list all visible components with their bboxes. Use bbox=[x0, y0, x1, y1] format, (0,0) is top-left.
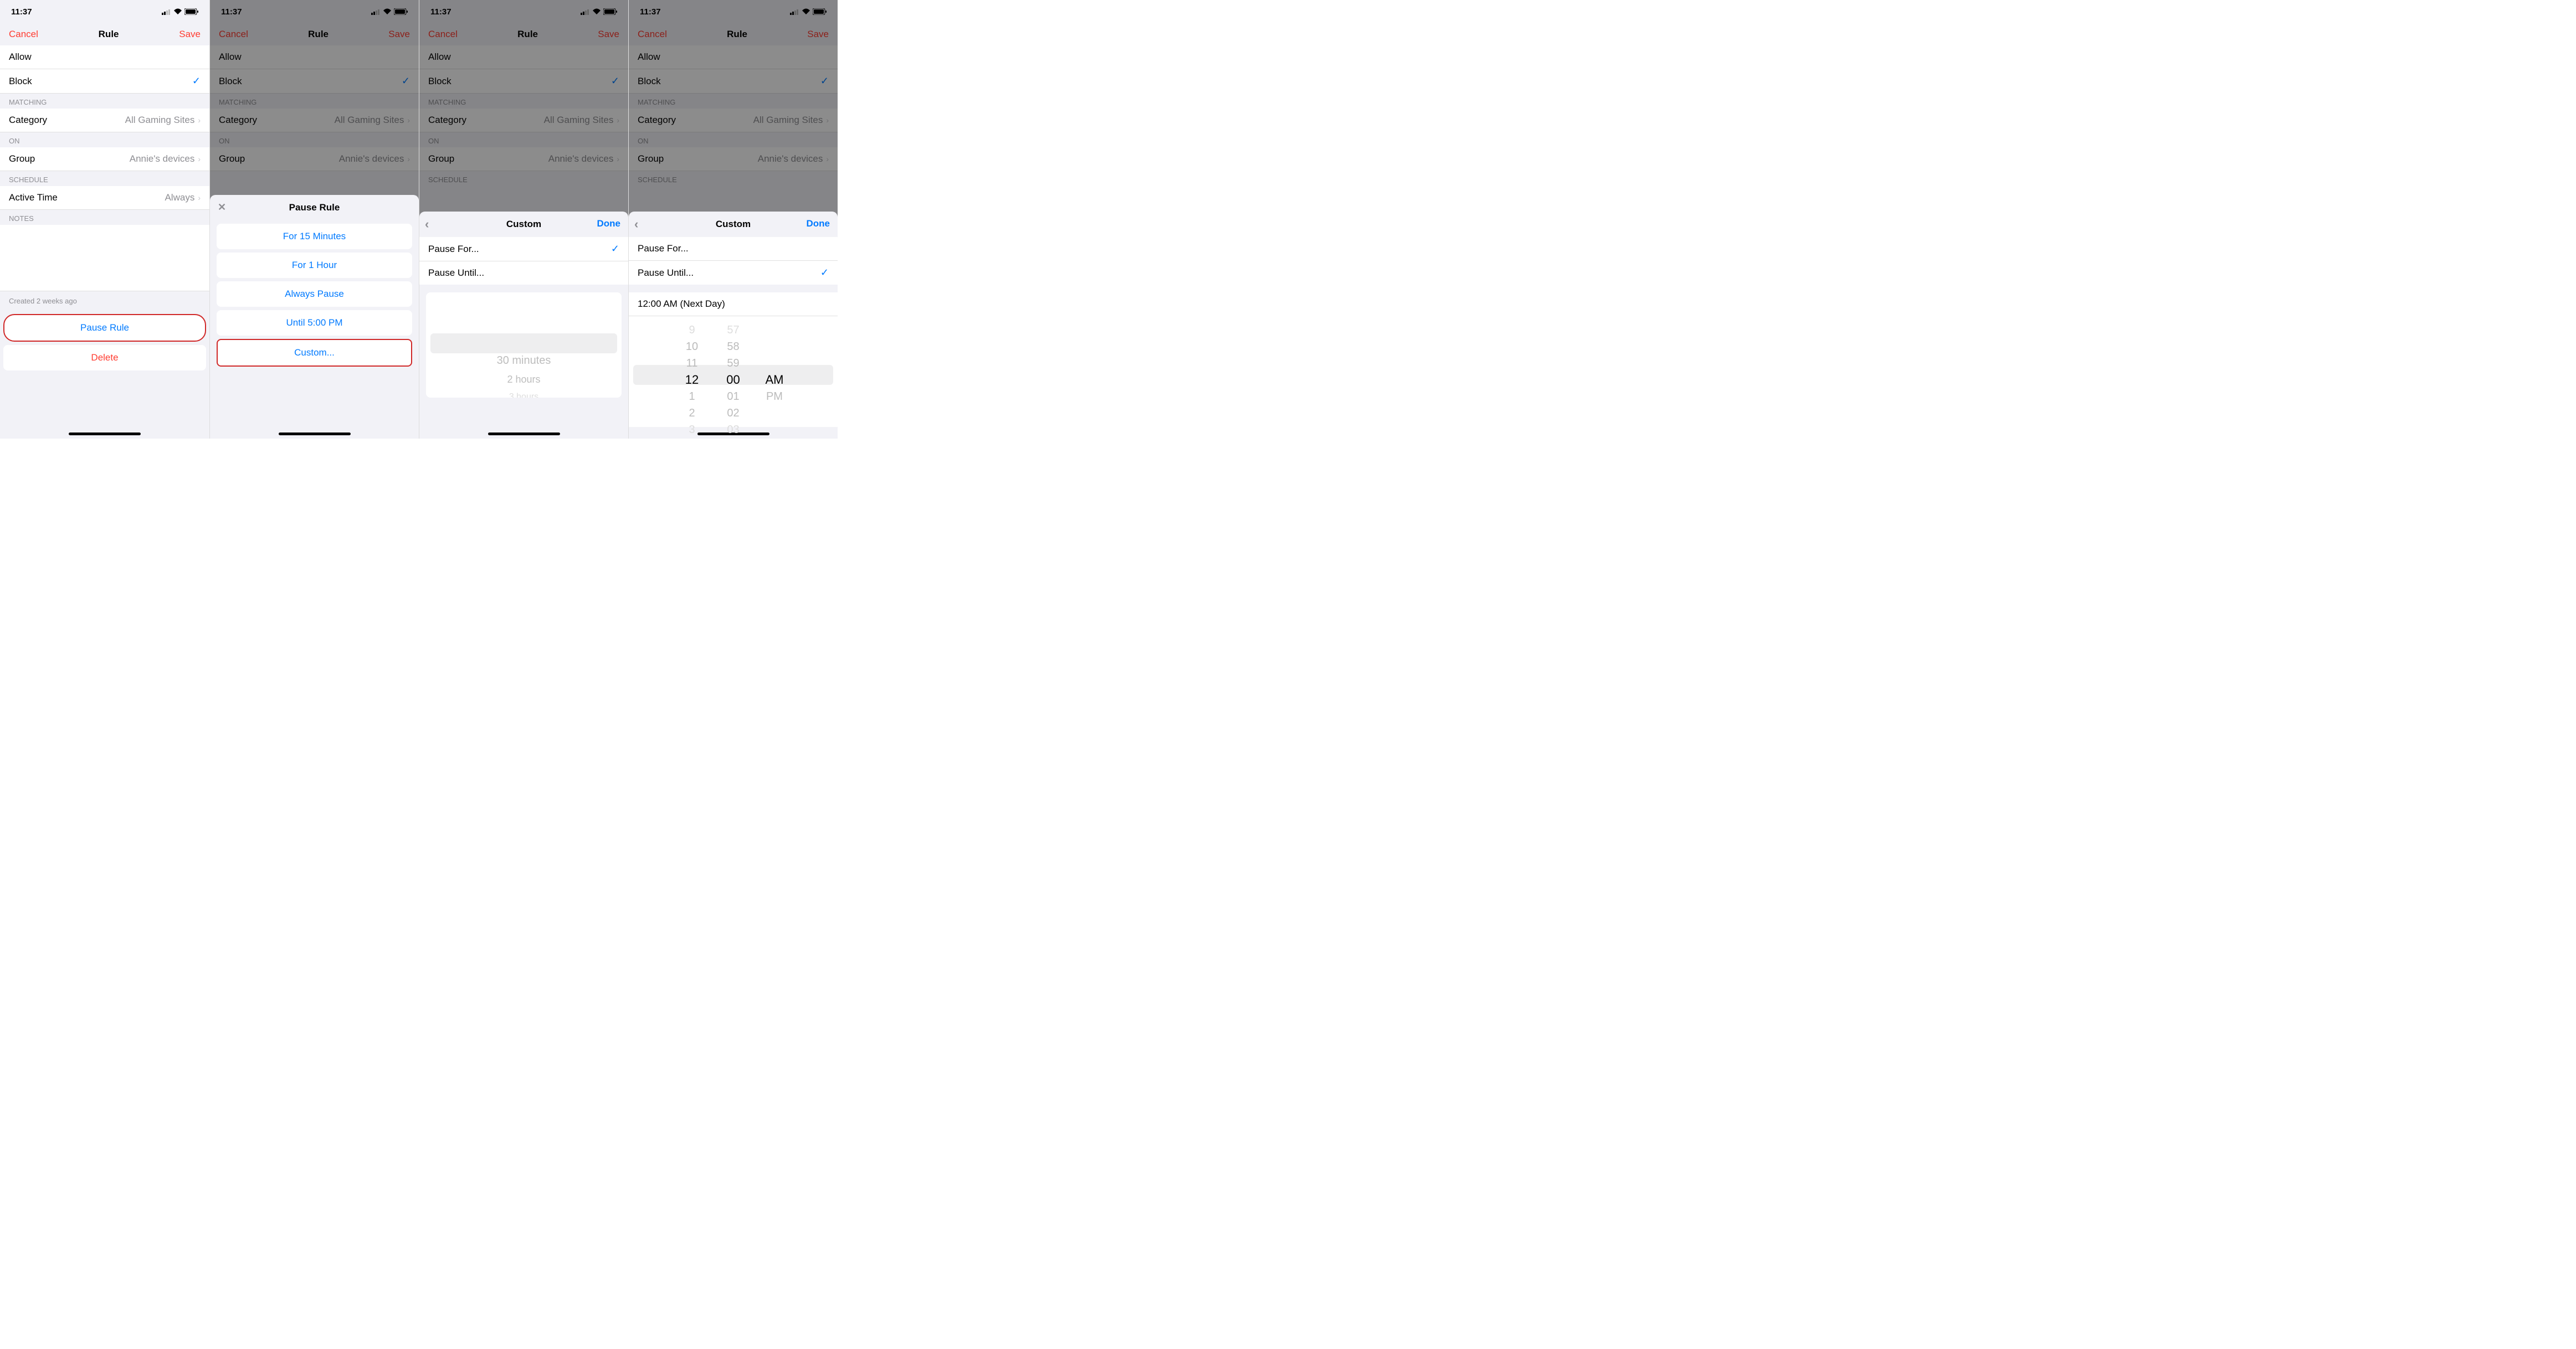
created-text: Created 2 weeks ago bbox=[0, 291, 209, 311]
page-title: Rule bbox=[99, 29, 119, 40]
nav-header: Cancel Rule Save bbox=[0, 23, 209, 45]
pause-15min-button[interactable]: For 15 Minutes bbox=[217, 224, 412, 249]
sheet-header: ✕ Pause Rule bbox=[210, 195, 419, 220]
pause-custom-button[interactable]: Custom... bbox=[217, 339, 412, 367]
picker-highlight bbox=[430, 333, 617, 353]
schedule-header: SCHEDULE bbox=[0, 171, 209, 186]
time-picker[interactable]: 9 10 11 12 1 2 3 57 58 59 00 01 02 03 AM… bbox=[629, 316, 838, 427]
sheet-header: ‹ Custom Done bbox=[419, 212, 628, 237]
pause-label: Pause Rule bbox=[80, 322, 129, 333]
group-value: Annie's devices bbox=[130, 153, 195, 164]
chevron-right-icon: › bbox=[198, 155, 201, 163]
on-header: ON bbox=[0, 132, 209, 147]
time-summary: 12:00 AM (Next Day) bbox=[629, 292, 838, 316]
category-row[interactable]: Category All Gaming Sites › bbox=[0, 109, 209, 132]
allow-label: Allow bbox=[9, 52, 32, 63]
close-icon[interactable]: ✕ bbox=[218, 202, 226, 213]
back-icon[interactable]: ‹ bbox=[634, 217, 638, 231]
sheet-header: ‹ Custom Done bbox=[629, 212, 838, 237]
screen-rule: 11:37 Cancel Rule Save Allow Block ✓ MAT… bbox=[0, 0, 209, 439]
block-label: Block bbox=[9, 76, 32, 87]
active-time-label: Active Time bbox=[9, 192, 58, 203]
delete-label: Delete bbox=[91, 352, 118, 363]
pause-always-button[interactable]: Always Pause bbox=[217, 281, 412, 307]
home-indicator[interactable] bbox=[279, 432, 351, 435]
pause-rule-button[interactable]: Pause Rule bbox=[3, 314, 206, 342]
cancel-button[interactable]: Cancel bbox=[9, 29, 38, 40]
active-time-value: Always bbox=[165, 192, 194, 203]
wifi-icon bbox=[173, 8, 182, 15]
home-indicator[interactable] bbox=[69, 432, 141, 435]
pause-1hour-button[interactable]: For 1 Hour bbox=[217, 253, 412, 278]
pause-until-row[interactable]: Pause Until... bbox=[419, 261, 628, 285]
check-icon: ✓ bbox=[611, 243, 619, 255]
category-value: All Gaming Sites bbox=[125, 115, 195, 126]
picker-item: 2 hours bbox=[426, 370, 622, 389]
battery-icon bbox=[184, 8, 198, 15]
group-label: Group bbox=[9, 153, 35, 164]
active-time-row[interactable]: Active Time Always › bbox=[0, 186, 209, 210]
sheet-title: Custom bbox=[506, 219, 541, 230]
chevron-right-icon: › bbox=[198, 193, 201, 202]
back-icon[interactable]: ‹ bbox=[425, 217, 429, 231]
hour-column[interactable]: 9 10 11 12 1 2 3 bbox=[673, 316, 711, 438]
allow-row[interactable]: Allow bbox=[0, 45, 209, 69]
pause-until-button[interactable]: Until 5:00 PM bbox=[217, 310, 412, 336]
picker-item: 30 minutes bbox=[426, 351, 622, 370]
minute-column[interactable]: 57 58 59 00 01 02 03 bbox=[714, 316, 753, 438]
pause-until-row[interactable]: Pause Until... ✓ bbox=[629, 261, 838, 285]
category-label: Category bbox=[9, 115, 47, 126]
delete-button[interactable]: Delete bbox=[3, 345, 206, 370]
sheet-title: Pause Rule bbox=[289, 202, 340, 213]
screen-custom-until: 11:37 Cancel Rule Save Allow Block✓ MATC… bbox=[628, 0, 838, 439]
pause-for-row[interactable]: Pause For... bbox=[629, 237, 838, 261]
notes-header: NOTES bbox=[0, 210, 209, 225]
save-button[interactable]: Save bbox=[179, 29, 201, 40]
picker-item: 3 hours bbox=[426, 389, 622, 398]
pause-for-row[interactable]: Pause For... ✓ bbox=[419, 237, 628, 261]
cellular-icon bbox=[162, 9, 171, 15]
status-bar: 11:37 bbox=[0, 0, 209, 23]
duration-picker[interactable]: Today 30 minutes 2 hours 3 hours 4 hours bbox=[426, 292, 622, 398]
done-button[interactable]: Done bbox=[807, 218, 830, 229]
clock: 11:37 bbox=[11, 7, 32, 17]
custom-sheet: ‹ Custom Done Pause For... ✓ Pause Until… bbox=[419, 212, 628, 439]
chevron-right-icon: › bbox=[198, 116, 201, 125]
group-row[interactable]: Group Annie's devices › bbox=[0, 147, 209, 171]
custom-time-sheet: ‹ Custom Done Pause For... Pause Until..… bbox=[629, 212, 838, 439]
block-row[interactable]: Block ✓ bbox=[0, 69, 209, 94]
sheet-title: Custom bbox=[716, 219, 751, 230]
status-icons bbox=[162, 8, 198, 15]
ampm-column[interactable]: AM PM bbox=[755, 316, 794, 405]
pause-sheet: ✕ Pause Rule For 15 Minutes For 1 Hour A… bbox=[210, 195, 419, 439]
matching-header: MATCHING bbox=[0, 94, 209, 109]
screen-custom-for: 11:37 Cancel Rule Save Allow Block✓ MATC… bbox=[419, 0, 628, 439]
screen-pause-sheet: 11:37 Cancel Rule Save Allow Block✓ MATC… bbox=[209, 0, 419, 439]
done-button[interactable]: Done bbox=[597, 218, 621, 229]
notes-field[interactable] bbox=[0, 225, 209, 291]
check-icon: ✓ bbox=[820, 267, 829, 279]
home-indicator[interactable] bbox=[488, 432, 560, 435]
check-icon: ✓ bbox=[192, 75, 201, 87]
